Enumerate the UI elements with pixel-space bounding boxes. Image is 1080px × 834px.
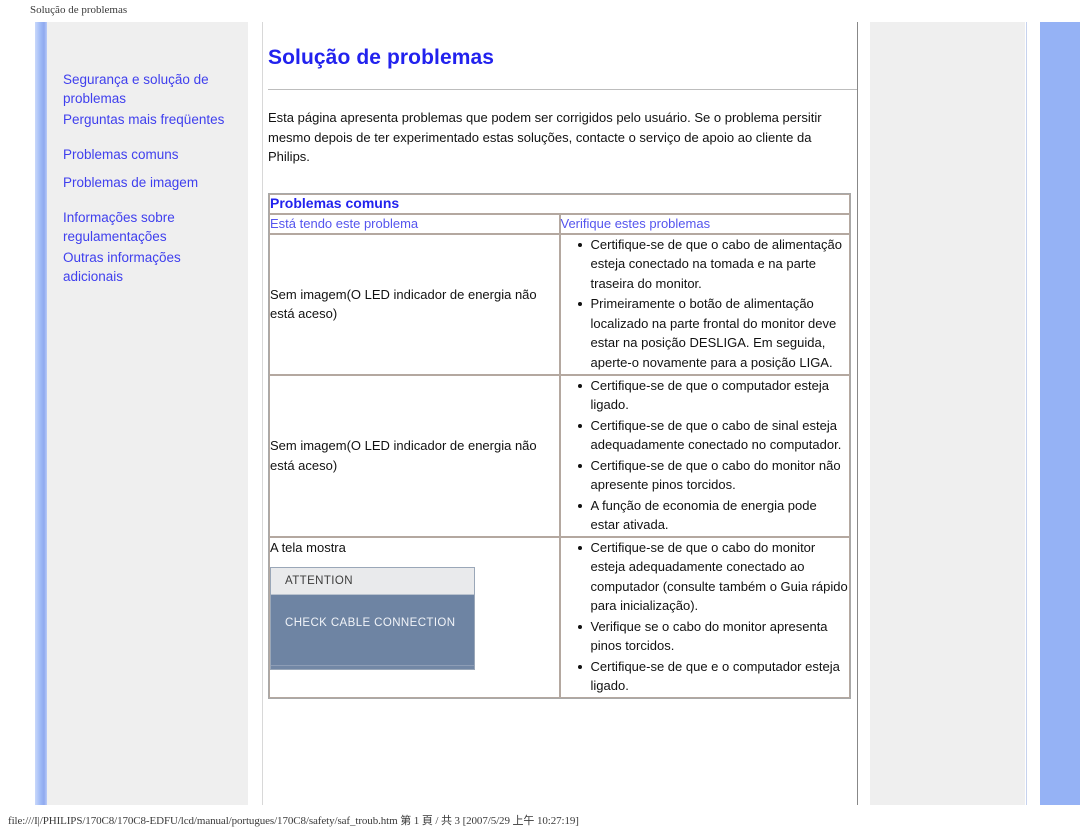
symptom-text: A tela mostra: [270, 539, 346, 555]
checks-cell: Certifique-se de que o computador esteja…: [559, 374, 850, 537]
list-item: Certifique-se de que o cabo de sinal est…: [577, 416, 850, 455]
symptom-cell: A tela mostra ATTENTION CHECK CABLE CONN…: [269, 536, 560, 698]
sidebar-group-safety: Segurança e solução de problemas Pergunt…: [63, 70, 243, 129]
list-item: Primeiramente o botão de alimentação loc…: [577, 294, 850, 372]
symptom-cell: Sem imagem(O LED indicador de energia nã…: [269, 233, 560, 375]
content-divider: [857, 22, 858, 805]
sidebar-item-outras-informacoes[interactable]: Outras informações adicionais: [63, 248, 243, 286]
list-item: Certifique-se de que o cabo do monitor n…: [577, 456, 850, 495]
list-item: Certifique-se de que e o computador este…: [577, 657, 850, 696]
sidebar-nav: Segurança e solução de problemas Pergunt…: [63, 70, 243, 302]
monitor-base: [271, 665, 474, 669]
sidebar-group-info: Informações sobre regulamentações Outras…: [63, 208, 243, 286]
status-bar: file:///I|/PHILIPS/170C8/170C8-EDFU/lcd/…: [8, 815, 579, 827]
checks-cell: Certifique-se de que o cabo de alimentaç…: [559, 233, 850, 375]
list-item: Verifique se o cabo do monitor apresenta…: [577, 617, 850, 656]
symptom-text: Sem imagem(O LED indicador de energia nã…: [270, 438, 537, 473]
main-content: Solução de problemas Esta página apresen…: [268, 22, 858, 805]
sidebar-accent-band: [35, 22, 47, 805]
page-title: Solução de problemas: [268, 46, 495, 69]
monitor-attention-title: ATTENTION: [271, 568, 474, 595]
table-section-header-row: Problemas comuns: [269, 193, 850, 214]
sidebar-divider: [262, 22, 263, 805]
sidebar-item-perguntas-frequentes[interactable]: Perguntas mais freqüentes: [63, 110, 243, 129]
monitor-screen-message: CHECK CABLE CONNECTION: [285, 617, 456, 629]
right-accent-band: [1040, 22, 1080, 805]
checks-cell: Certifique-se de que o cabo do monitor e…: [559, 536, 850, 698]
sidebar-item-informacoes-regulamentacoes[interactable]: Informações sobre regulamentações: [63, 208, 243, 246]
table-column-header-row: Está tendo este problema Verifique estes…: [269, 213, 850, 234]
list-item: Certifique-se de que o cabo do monitor e…: [577, 538, 850, 616]
table-row: Sem imagem(O LED indicador de energia nã…: [269, 233, 850, 375]
list-item: A função de economia de energia pode est…: [577, 496, 850, 535]
document-header-title: Solução de problemas: [30, 4, 128, 16]
table-row: Sem imagem(O LED indicador de energia nã…: [269, 374, 850, 537]
symptom-text: Sem imagem(O LED indicador de energia nã…: [270, 286, 537, 322]
checks-list: Certifique-se de que o cabo de alimentaç…: [561, 235, 850, 373]
common-problems-table: Problemas comuns Está tendo este problem…: [268, 192, 851, 699]
list-item: Certifique-se de que o cabo de alimentaç…: [577, 235, 850, 294]
right-panel-divider: [1026, 22, 1027, 805]
sidebar-group-problems: Problemas comuns Problemas de imagem: [63, 145, 243, 192]
table-row: A tela mostra ATTENTION CHECK CABLE CONN…: [269, 536, 850, 698]
table-section-header-cell: Problemas comuns: [269, 193, 850, 214]
sidebar-item-seguranca-solucao[interactable]: Segurança e solução de problemas: [63, 70, 243, 108]
column-header-symptom: Está tendo este problema: [269, 213, 560, 234]
monitor-screen-body: CHECK CABLE CONNECTION: [271, 595, 474, 665]
symptom-cell: Sem imagem(O LED indicador de energia nã…: [269, 374, 560, 537]
sidebar-item-problemas-de-imagem[interactable]: Problemas de imagem: [63, 173, 243, 192]
intro-paragraph: Esta página apresenta problemas que pode…: [268, 110, 822, 164]
monitor-attention-graphic: ATTENTION CHECK CABLE CONNECTION: [270, 567, 475, 670]
table-section-title: Problemas comuns: [270, 194, 400, 211]
right-panel: [870, 22, 1025, 805]
sidebar: Segurança e solução de problemas Pergunt…: [35, 22, 248, 805]
sidebar-item-problemas-comuns[interactable]: Problemas comuns: [63, 145, 243, 164]
list-item: Certifique-se de que o computador esteja…: [577, 376, 850, 415]
column-header-checks: Verifique estes problemas: [559, 213, 850, 234]
checks-list: Certifique-se de que o cabo do monitor e…: [561, 538, 850, 696]
checks-list: Certifique-se de que o computador esteja…: [561, 376, 850, 535]
